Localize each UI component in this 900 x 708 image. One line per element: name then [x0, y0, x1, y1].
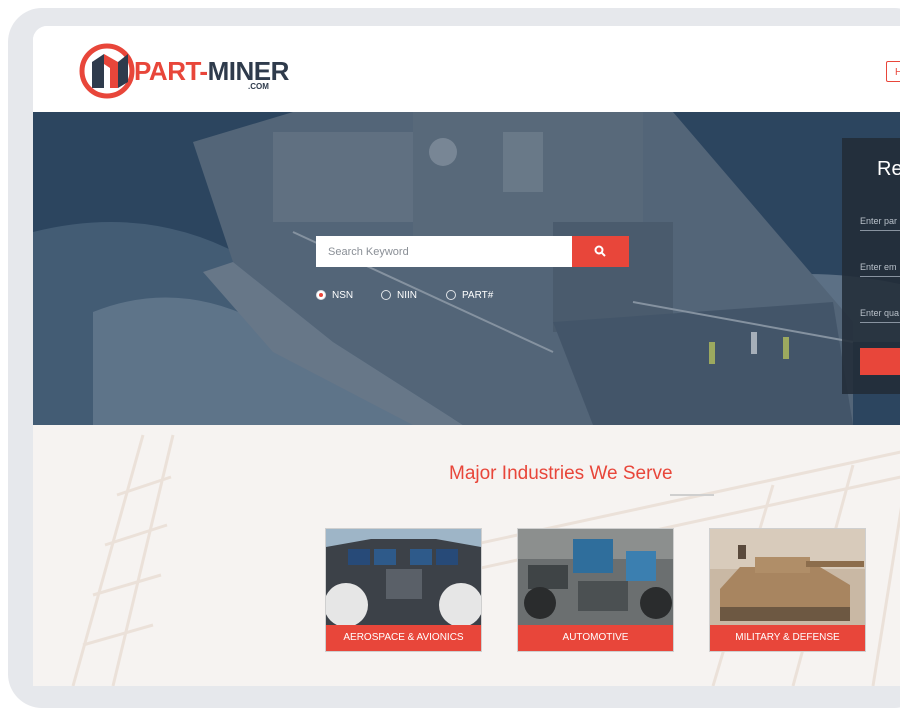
industry-card-military[interactable]: MILITARY & DEFENSE	[709, 528, 866, 652]
part-miner-logo[interactable]: PART-MINER .COM	[78, 40, 289, 102]
logo-wordmark: PART-MINER	[134, 56, 289, 86]
rfq-form-panel: Re	[842, 138, 900, 394]
hero-banner: NSN NIIN PART# Re	[33, 112, 900, 425]
hero-overlay	[33, 112, 900, 425]
title-divider	[670, 494, 714, 496]
industries-title: Major Industries We Serve	[449, 463, 673, 484]
industries-section: Major Industries We Serve AEROSPACE & AV…	[33, 425, 900, 686]
site-header: PART-MINER .COM H	[33, 26, 900, 112]
rfq-submit-button[interactable]	[860, 348, 900, 375]
browser-screen: PART-MINER .COM H Search Keyword NSN NII…	[33, 26, 900, 686]
quantity-field[interactable]	[860, 304, 900, 323]
logo-mark-icon	[79, 43, 135, 99]
radio-unselected-icon	[381, 290, 391, 300]
industry-card-label: MILITARY & DEFENSE	[710, 625, 865, 651]
radio-label: NIIN	[397, 290, 417, 301]
logo-domain: .COM	[248, 82, 269, 91]
part-number-field[interactable]	[860, 212, 900, 231]
tank-image	[710, 529, 865, 625]
search-button[interactable]	[572, 236, 629, 267]
workshop-image	[518, 529, 673, 625]
search-input[interactable]	[316, 236, 572, 267]
industry-card-label: AUTOMOTIVE	[518, 625, 673, 651]
radio-selected-icon	[316, 290, 326, 300]
rfq-title: Re	[877, 158, 900, 180]
industry-card-automotive[interactable]: AUTOMOTIVE	[517, 528, 674, 652]
radio-unselected-icon	[446, 290, 456, 300]
header-button[interactable]: H	[886, 61, 900, 82]
cockpit-image	[326, 529, 481, 625]
industry-card-aerospace[interactable]: AEROSPACE & AVIONICS	[325, 528, 482, 652]
industry-card-label: AEROSPACE & AVIONICS	[326, 625, 481, 651]
radio-label: PART#	[462, 290, 494, 301]
search-icon	[594, 245, 606, 257]
email-field[interactable]	[860, 258, 900, 277]
radio-label: NSN	[332, 290, 354, 301]
